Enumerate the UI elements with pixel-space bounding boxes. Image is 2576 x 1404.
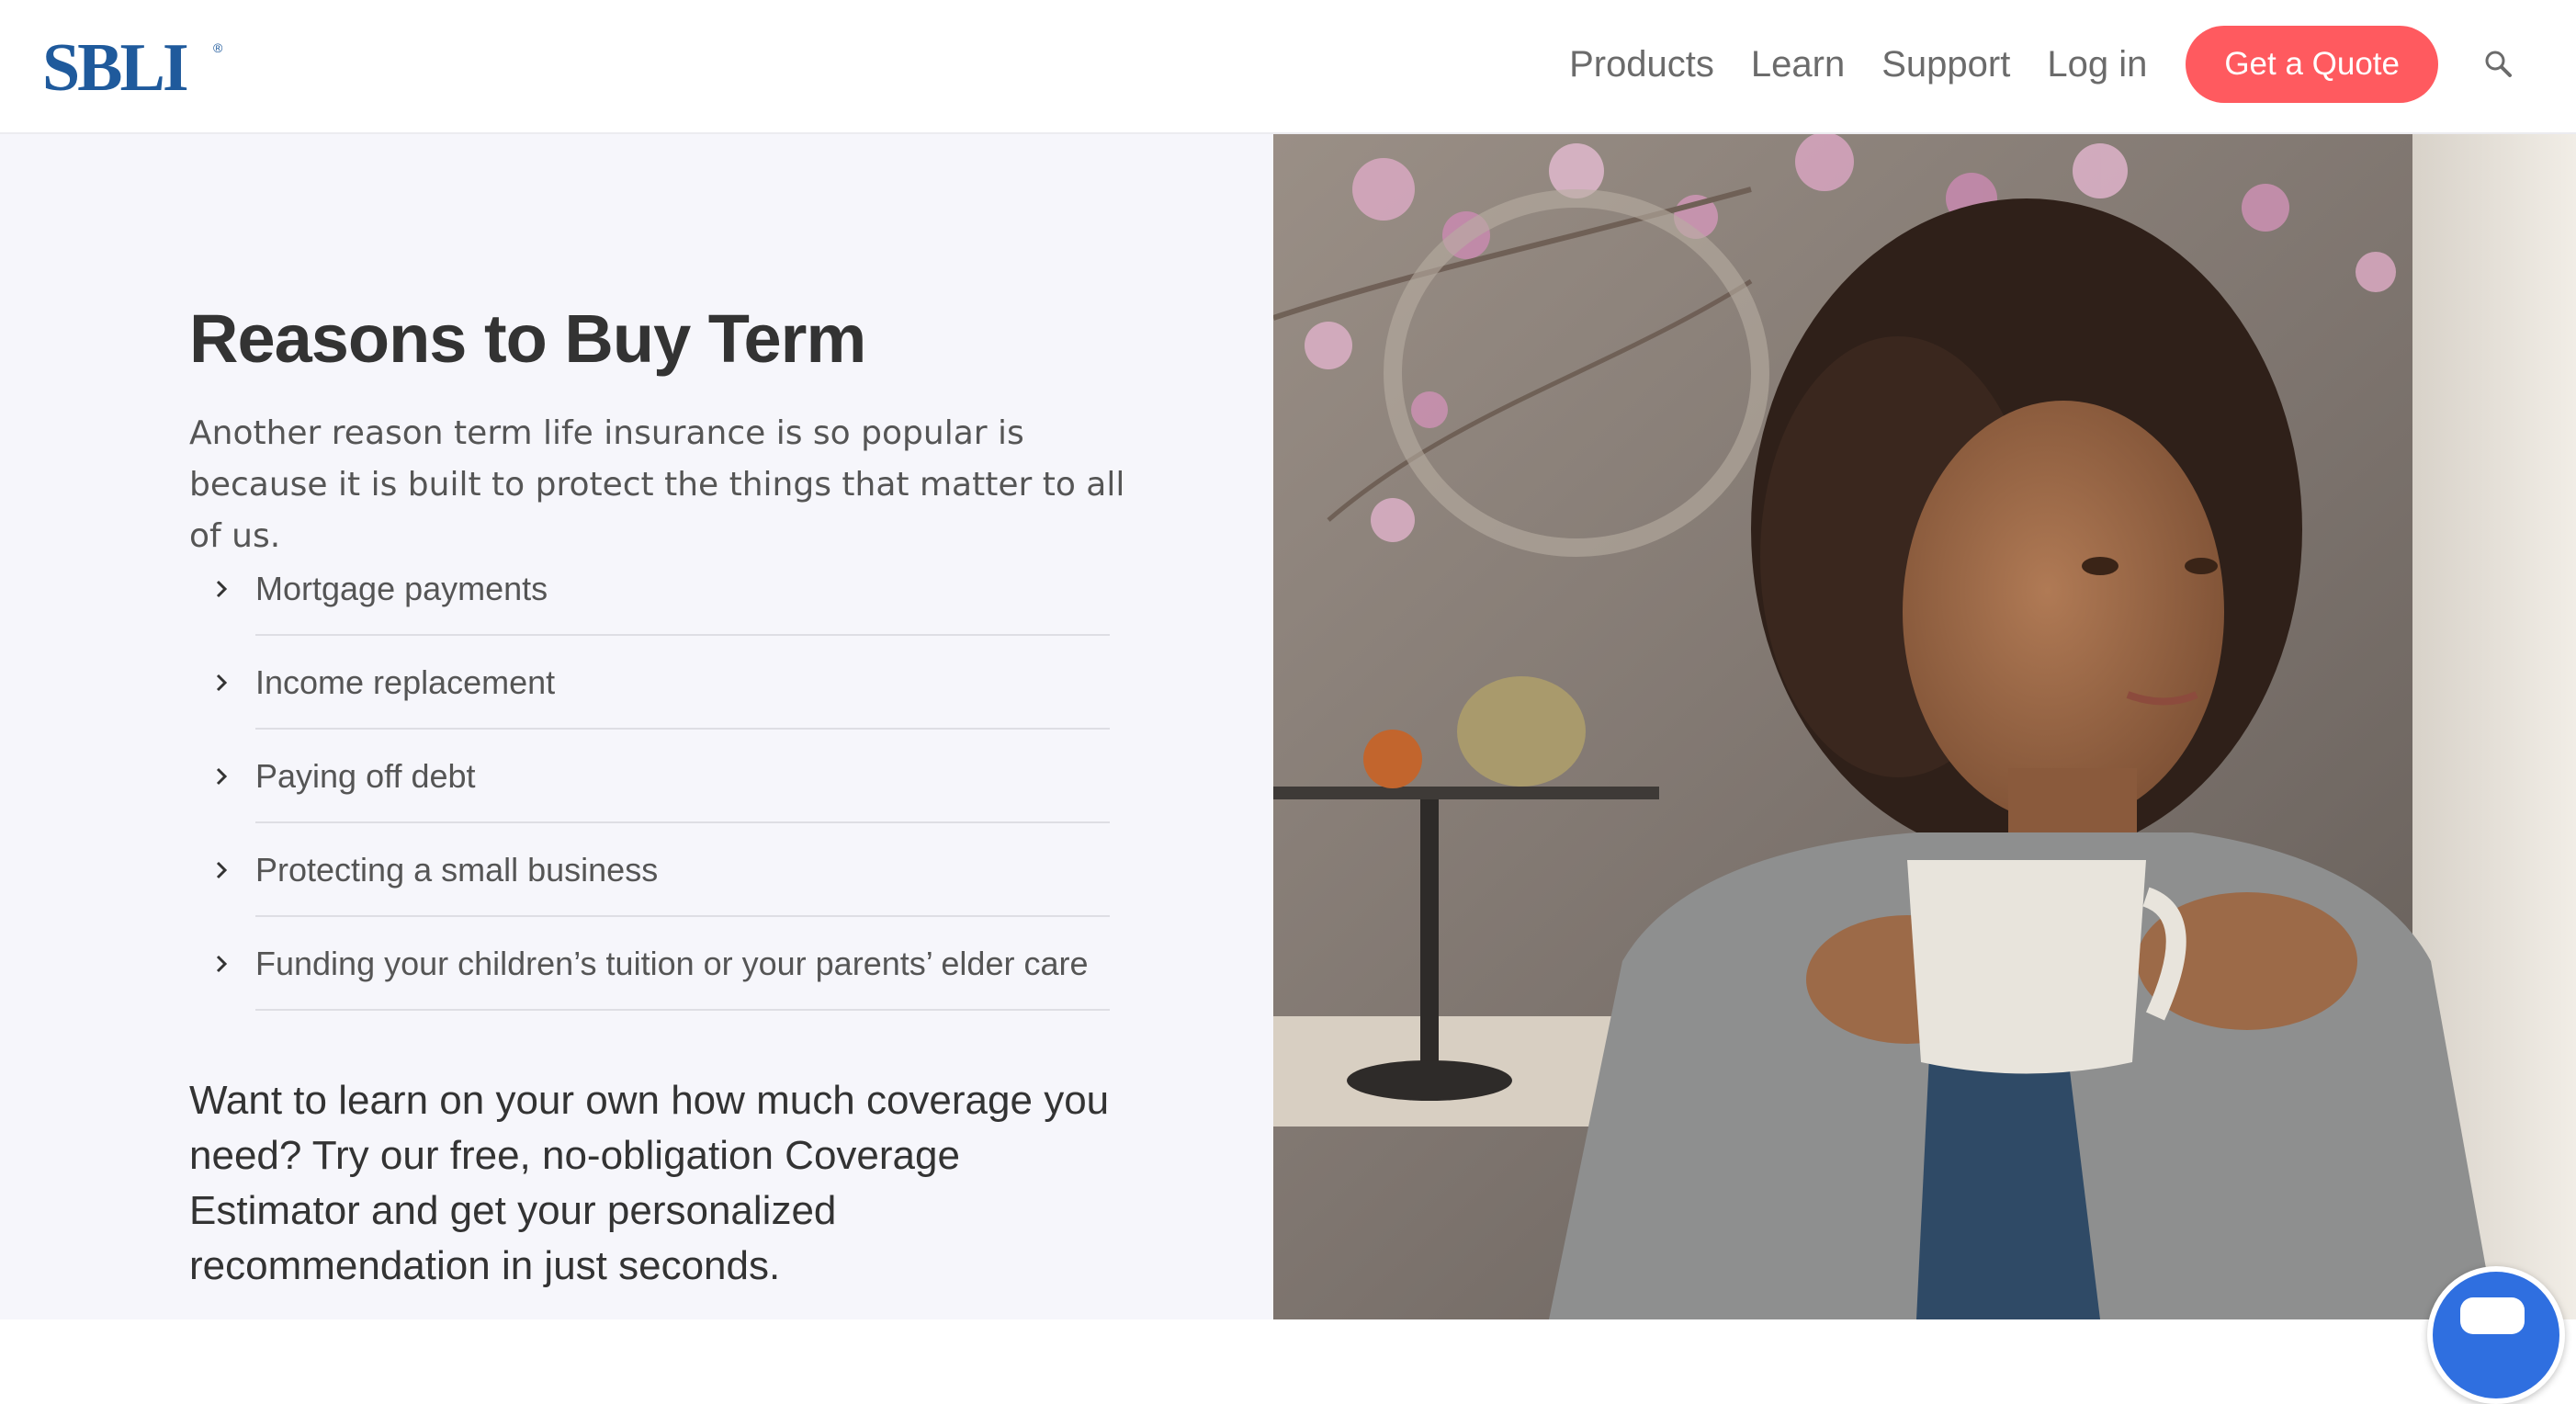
main-nav: Products Learn Support Log in Get a Quot… <box>1569 26 2576 103</box>
coverage-estimator-text: Want to learn on your own how much cover… <box>189 1078 1110 1288</box>
chat-button[interactable] <box>2427 1266 2565 1404</box>
nav-log-in[interactable]: Log in <box>2047 44 2147 85</box>
chevron-right-icon <box>189 954 255 974</box>
sbli-logo[interactable]: SBLI <box>42 31 189 105</box>
chevron-right-icon <box>189 673 255 693</box>
list-item: Income replacement <box>189 636 1110 730</box>
reasons-list: Mortgage payments Income replacement Pay… <box>189 542 1110 1011</box>
chevron-right-icon <box>189 579 255 599</box>
reason-label: Mortgage payments <box>255 570 548 607</box>
reason-label: Protecting a small business <box>255 851 659 889</box>
chevron-right-icon <box>189 766 255 787</box>
list-item: Funding your children’s tuition or your … <box>189 917 1110 1011</box>
reason-label: Income replacement <box>255 663 556 701</box>
nav-learn[interactable]: Learn <box>1751 44 1845 85</box>
reasons-section: Reasons to Buy Term Another reason term … <box>0 134 1273 1319</box>
site-header: SBLI ® Products Learn Support Log in Get… <box>0 0 2576 134</box>
get-a-quote-button[interactable]: Get a Quote <box>2186 26 2438 103</box>
page-title: Reasons to Buy Term <box>189 300 866 377</box>
chevron-right-icon <box>189 860 255 880</box>
reason-label: Paying off debt <box>255 757 476 795</box>
list-item: Protecting a small business <box>189 823 1110 917</box>
chat-icon <box>2460 1297 2525 1334</box>
logo-registered-mark: ® <box>213 40 223 55</box>
reason-label: Funding your children’s tuition or your … <box>255 945 1089 982</box>
intro-paragraph: Another reason term life insurance is so… <box>189 414 1125 555</box>
list-item: Mortgage payments <box>189 542 1110 636</box>
woman-holding-mug-photo <box>1273 134 2576 1319</box>
search-icon[interactable] <box>2480 46 2517 83</box>
nav-products[interactable]: Products <box>1569 44 1714 85</box>
nav-support[interactable]: Support <box>1881 44 2010 85</box>
list-item: Paying off debt <box>189 730 1110 823</box>
